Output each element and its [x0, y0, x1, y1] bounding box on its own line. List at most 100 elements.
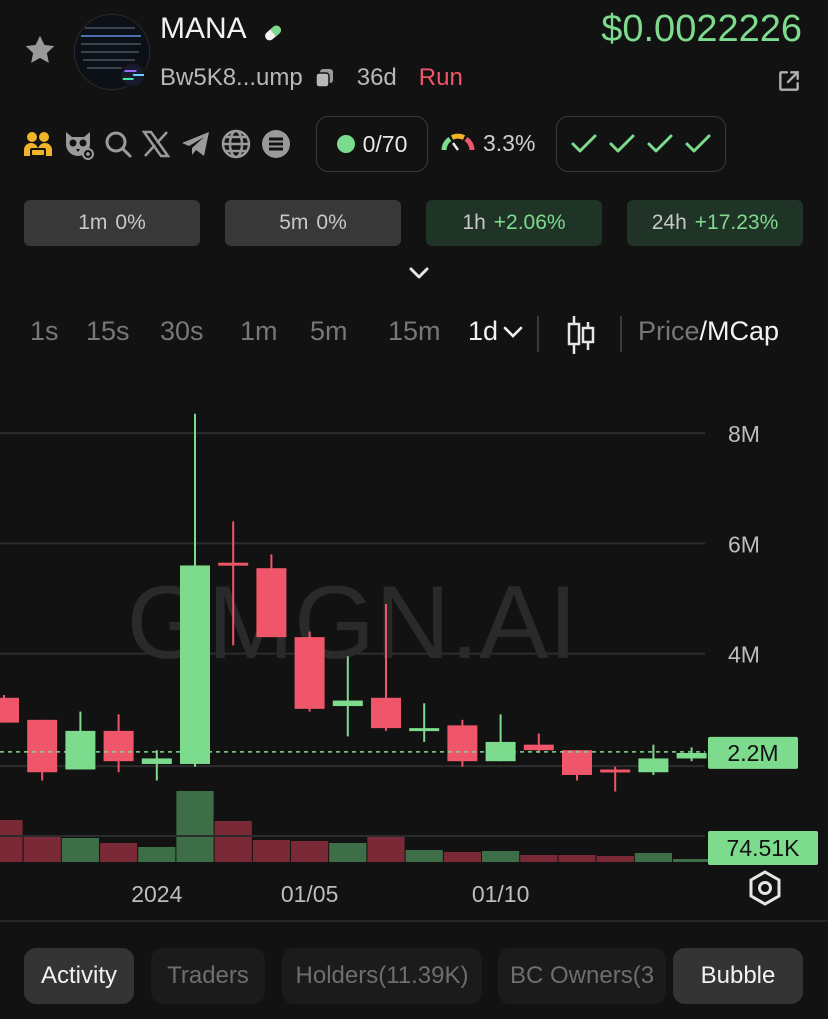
interval-15s[interactable]: 15s — [86, 316, 130, 347]
volume-bar — [405, 850, 443, 862]
price-option[interactable]: Price — [638, 316, 700, 346]
volume-bar — [482, 851, 520, 862]
tab-activity[interactable]: Activity — [24, 948, 134, 1004]
price-mcap-toggle[interactable]: Price/MCap — [638, 316, 779, 347]
volume-bar — [291, 841, 329, 862]
price-chart[interactable]: 8M6M4MGMGN.AI2.2M74.51K2024 01/05 01/10 — [0, 380, 828, 920]
volume-bar — [367, 837, 405, 862]
solscan-icon[interactable] — [260, 128, 292, 160]
token-age: 36d — [356, 64, 397, 91]
change-value: +17.23% — [694, 211, 779, 234]
change-1m[interactable]: 1m 0% — [24, 200, 200, 246]
token-price: $0.0022226 — [601, 8, 802, 50]
interval-divider — [537, 316, 539, 352]
change-period: 1m — [78, 211, 108, 234]
interval-1d[interactable]: 1d — [468, 316, 524, 347]
holders-ratio: 0/70 — [362, 130, 408, 157]
x-icon[interactable] — [140, 128, 172, 160]
x-tick-label: 01/10 — [472, 881, 530, 907]
interval-5m[interactable]: 5m — [310, 316, 348, 347]
change-value: 0% — [115, 211, 146, 234]
globe-icon[interactable] — [220, 128, 252, 160]
contract-address[interactable]: Bw5K8...ump — [160, 64, 303, 92]
interval-1s[interactable]: 1s — [30, 316, 59, 347]
candle-body — [562, 750, 592, 775]
candle-body — [523, 744, 554, 751]
interval-1m[interactable]: 1m — [240, 316, 278, 347]
change-1h[interactable]: 1h +2.06% — [426, 200, 602, 246]
volume-bar — [214, 821, 252, 862]
change-24h[interactable]: 24h +17.23% — [627, 200, 803, 246]
volume-bar — [443, 852, 481, 862]
candle-body — [409, 728, 440, 732]
x-tick-label: 2024 — [131, 881, 182, 907]
volume-bar — [634, 853, 672, 862]
copy-icon[interactable] — [313, 66, 337, 90]
change-5m[interactable]: 5m 0% — [225, 200, 401, 246]
volume-bar — [558, 855, 596, 862]
change-value: +2.06% — [493, 211, 566, 234]
tab-bcowners[interactable]: BC Owners(3 — [498, 948, 666, 1004]
volume-bar — [176, 791, 214, 862]
holder-count-box[interactable]: 0/70 — [316, 116, 428, 172]
telegram-icon[interactable] — [180, 128, 212, 160]
star-icon[interactable] — [22, 32, 58, 68]
interval-30s[interactable]: 30s — [160, 316, 204, 347]
candle-body — [65, 730, 96, 770]
token-subinfo: Bw5K8...ump 36d Run — [160, 64, 463, 92]
status-badge: Run — [418, 64, 463, 91]
solana-icon — [120, 62, 146, 88]
external-link-icon[interactable] — [776, 68, 802, 94]
candle-body — [332, 700, 363, 707]
current-price-label: 2.2M — [727, 740, 778, 766]
y-tick-label: 8M — [728, 421, 760, 447]
search-icon[interactable] — [102, 128, 134, 160]
volume-bar — [673, 859, 711, 862]
x-tick-label: 01/05 — [281, 881, 339, 907]
candle-body — [600, 769, 631, 773]
volume-bar — [0, 820, 23, 862]
tab-traders[interactable]: Traders — [151, 948, 265, 1004]
volume-bar — [61, 838, 99, 862]
volume-bar — [23, 835, 61, 862]
divider — [0, 920, 828, 922]
volume-bar — [329, 843, 367, 862]
check-icon — [609, 134, 635, 153]
candle-body — [218, 562, 249, 566]
check-icon — [647, 134, 673, 153]
community-icon[interactable] — [22, 128, 54, 160]
gauge-icon — [441, 133, 475, 151]
change-period: 24h — [651, 211, 687, 234]
change-period: 5m — [279, 211, 309, 234]
volume-bar — [520, 855, 558, 862]
chevron-down-icon[interactable] — [406, 262, 432, 284]
volume-bar — [138, 847, 176, 862]
change-period: 1h — [462, 211, 486, 234]
candle-body — [638, 758, 669, 773]
interval-15m[interactable]: 15m — [388, 316, 441, 347]
volume-bar — [100, 843, 138, 862]
mcap-option[interactable]: MCap — [707, 316, 779, 346]
candle-body — [371, 697, 401, 729]
candle-body — [256, 568, 287, 638]
bubble-button[interactable]: Bubble — [673, 948, 803, 1004]
candle-body — [27, 719, 58, 773]
token-name: MANA — [160, 12, 247, 45]
gear-icon[interactable] — [748, 870, 782, 906]
pill-icon — [265, 25, 281, 41]
owl-icon[interactable] — [62, 128, 94, 160]
check-icon — [685, 134, 711, 153]
tab-holdersk[interactable]: Holders(11.39K) — [282, 948, 482, 1004]
volume-bar — [252, 840, 290, 862]
candle-body — [447, 725, 478, 762]
volume-bar — [596, 856, 634, 862]
online-dot-icon — [336, 135, 355, 153]
gauge-value: 3.3% — [483, 130, 536, 156]
volume-label: 74.51K — [727, 835, 801, 861]
candlestick-icon[interactable] — [566, 314, 596, 356]
change-value: 0% — [316, 211, 347, 234]
y-tick-label: 4M — [728, 642, 760, 668]
check-icon — [571, 134, 597, 153]
candle-body — [0, 697, 19, 723]
safety-checks-box[interactable] — [556, 116, 726, 172]
